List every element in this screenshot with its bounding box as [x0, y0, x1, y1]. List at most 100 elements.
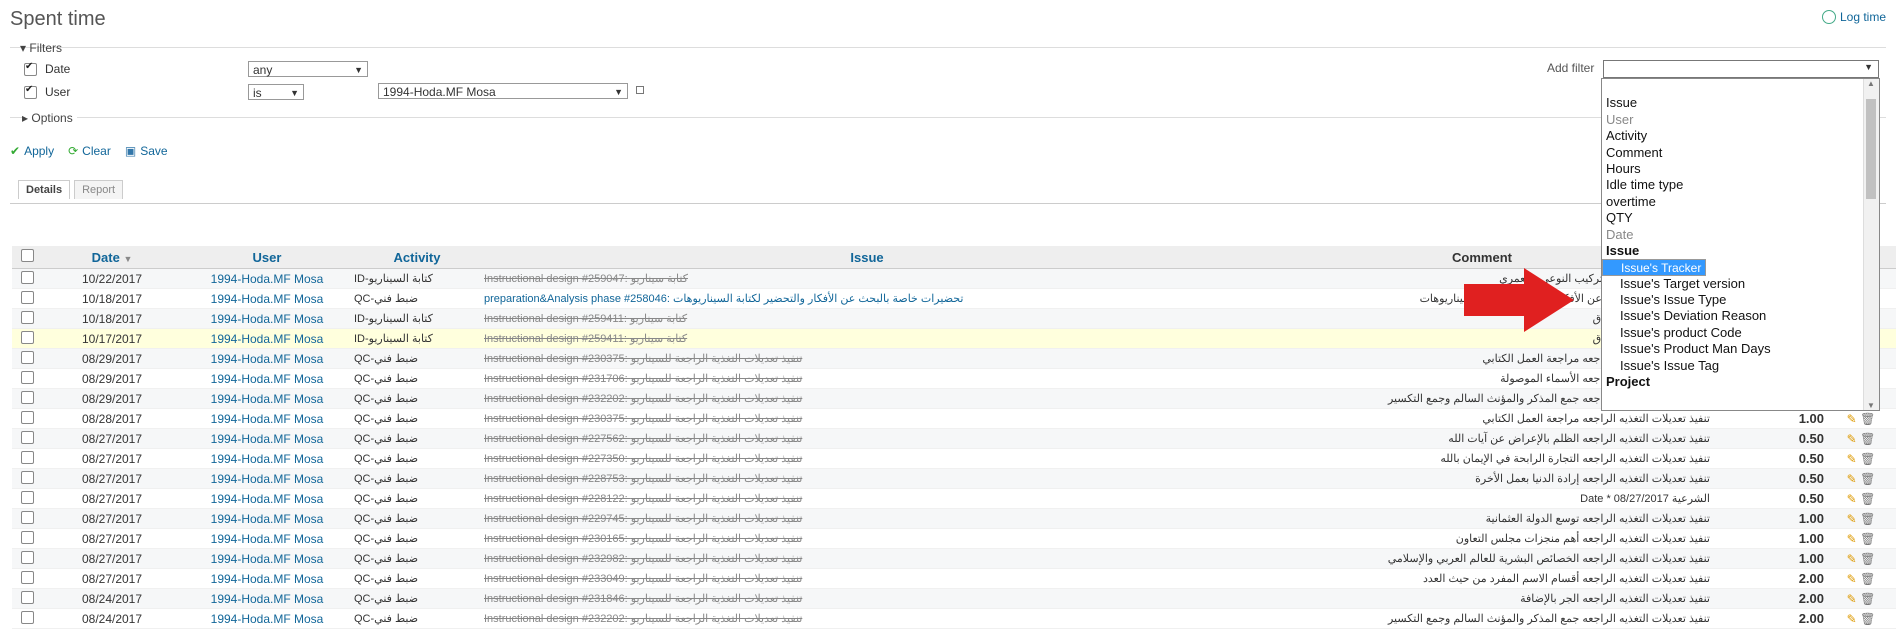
log-time-link[interactable]: Log time: [1821, 10, 1886, 24]
table-row[interactable]: 08/27/2017 1994-Hoda.MF Mosa QC-ضبط فني Ins…: [12, 428, 1896, 449]
delete-icon[interactable]: 🗑: [1860, 412, 1875, 426]
apply-button[interactable]: ✔ Apply: [10, 144, 54, 158]
edit-icon[interactable]: ✎: [1847, 512, 1857, 526]
edit-icon[interactable]: ✎: [1847, 472, 1857, 486]
table-row[interactable]: 08/27/2017 1994-Hoda.MF Mosa QC-ضبط فني Ins…: [12, 468, 1896, 489]
entry-user-link[interactable]: 1994-Hoda.MF Mosa: [182, 468, 352, 489]
tab-details[interactable]: Details: [18, 180, 71, 199]
entry-user-link[interactable]: 1994-Hoda.MF Mosa: [182, 568, 352, 589]
delete-icon[interactable]: 🗑: [1860, 452, 1875, 466]
row-checkbox[interactable]: [20, 310, 34, 324]
row-checkbox[interactable]: [20, 410, 34, 424]
delete-icon[interactable]: 🗑: [1860, 492, 1875, 506]
row-checkbox[interactable]: [20, 570, 34, 584]
scroll-thumb[interactable]: [1866, 99, 1876, 199]
table-row[interactable]: 08/27/2017 1994-Hoda.MF Mosa QC-ضبط فني Ins…: [12, 508, 1896, 529]
delete-icon[interactable]: 🗑: [1860, 432, 1875, 446]
dropdown-option[interactable]: Issue's Product Man Days: [1602, 341, 1879, 357]
entry-user-link[interactable]: 1994-Hoda.MF Mosa: [182, 308, 352, 329]
edit-icon[interactable]: ✎: [1847, 432, 1857, 446]
entry-issue-link[interactable]: Instructional design #230375: تنفيذ تعدي…: [482, 408, 1252, 429]
dropdown-option[interactable]: Issue: [1602, 95, 1879, 111]
row-checkbox[interactable]: [20, 610, 34, 624]
dropdown-option[interactable]: Issue's Tracker: [1602, 259, 1707, 276]
options-toggle[interactable]: ▸ Options: [22, 111, 77, 125]
entry-user-link[interactable]: 1994-Hoda.MF Mosa: [182, 328, 352, 349]
entry-issue-link[interactable]: Instructional design #259411: كتابة سينا…: [482, 328, 1252, 349]
row-checkbox[interactable]: [20, 550, 34, 564]
row-checkbox[interactable]: [20, 590, 34, 604]
table-row[interactable]: 08/28/2017 1994-Hoda.MF Mosa QC-ضبط فني Ins…: [12, 408, 1896, 429]
row-checkbox[interactable]: [20, 510, 34, 524]
entry-issue-link[interactable]: Instructional design #259411: كتابة سينا…: [482, 308, 1252, 329]
user-filter-checkbox[interactable]: [24, 84, 37, 99]
entry-issue-link[interactable]: Instructional design #228753: تنفيذ تعدي…: [482, 468, 1252, 489]
tab-report[interactable]: Report: [74, 180, 124, 199]
clear-button[interactable]: ⟳ Clear: [68, 144, 111, 158]
dropdown-option[interactable]: Issue's Deviation Reason: [1602, 308, 1879, 324]
table-row[interactable]: 08/27/2017 1994-Hoda.MF Mosa QC-ضبط فني Ins…: [12, 568, 1896, 589]
entry-user-link[interactable]: 1994-Hoda.MF Mosa: [182, 548, 352, 569]
delete-icon[interactable]: 🗑: [1860, 512, 1875, 526]
entry-user-link[interactable]: 1994-Hoda.MF Mosa: [182, 528, 352, 549]
delete-icon[interactable]: 🗑: [1860, 572, 1875, 586]
delete-icon[interactable]: 🗑: [1860, 592, 1875, 606]
dropdown-option[interactable]: Issue's product Code: [1602, 325, 1879, 341]
row-checkbox[interactable]: [20, 530, 34, 544]
add-filter-select[interactable]: ▼: [1603, 60, 1879, 78]
user-value-select[interactable]: 1994-Hoda.MF Mosa ▼: [378, 83, 628, 99]
entry-issue-link[interactable]: Instructional design #232202: تنفيذ تعدي…: [482, 608, 1252, 629]
multi-select-toggle-icon[interactable]: [636, 86, 644, 94]
date-column-header[interactable]: Date ▼: [42, 246, 182, 269]
activity-column-header[interactable]: Activity: [352, 246, 482, 269]
scroll-down-icon[interactable]: ▼: [1867, 401, 1875, 410]
table-row[interactable]: 08/27/2017 1994-Hoda.MF Mosa QC-ضبط فني Ins…: [12, 528, 1896, 549]
entry-user-link[interactable]: 1994-Hoda.MF Mosa: [182, 268, 352, 289]
row-checkbox[interactable]: [20, 390, 34, 404]
entry-user-link[interactable]: 1994-Hoda.MF Mosa: [182, 368, 352, 389]
dropdown-option[interactable]: Activity: [1602, 128, 1879, 144]
entry-issue-link[interactable]: Instructional design #233049: تنفيذ تعدي…: [482, 568, 1252, 589]
entry-user-link[interactable]: 1994-Hoda.MF Mosa: [182, 608, 352, 629]
entry-issue-link[interactable]: Instructional design #227562: تنفيذ تعدي…: [482, 428, 1252, 449]
row-checkbox[interactable]: [20, 290, 34, 304]
dropdown-option[interactable]: Idle time type: [1602, 177, 1879, 193]
entry-user-link[interactable]: 1994-Hoda.MF Mosa: [182, 408, 352, 429]
delete-icon[interactable]: 🗑: [1860, 552, 1875, 566]
add-filter-options-list[interactable]: Issue User Activity Comment Hours Idle time t…: [1601, 78, 1880, 411]
row-checkbox[interactable]: [20, 430, 34, 444]
dropdown-scrollbar[interactable]: ▲ ▼: [1863, 79, 1879, 410]
dropdown-option[interactable]: QTY: [1602, 210, 1879, 226]
table-row[interactable]: 08/24/2017 1994-Hoda.MF Mosa QC-ضبط فني Ins…: [12, 608, 1896, 629]
row-checkbox[interactable]: [20, 490, 34, 504]
issue-column-header[interactable]: Issue: [482, 246, 1252, 269]
row-checkbox[interactable]: [20, 330, 34, 344]
edit-icon[interactable]: ✎: [1847, 592, 1857, 606]
table-row[interactable]: 08/24/2017 1994-Hoda.MF Mosa QC-ضبط فني Ins…: [12, 588, 1896, 609]
delete-icon[interactable]: 🗑: [1860, 612, 1875, 626]
edit-icon[interactable]: ✎: [1847, 452, 1857, 466]
entry-issue-link[interactable]: Instructional design #232202: تنفيذ تعدي…: [482, 388, 1252, 409]
edit-icon[interactable]: ✎: [1847, 572, 1857, 586]
entry-user-link[interactable]: 1994-Hoda.MF Mosa: [182, 288, 352, 309]
entry-issue-link[interactable]: Instructional design #232982: تنفيذ تعدي…: [482, 548, 1252, 569]
user-column-header[interactable]: User: [182, 246, 352, 269]
delete-icon[interactable]: 🗑: [1860, 472, 1875, 486]
entry-user-link[interactable]: 1994-Hoda.MF Mosa: [182, 508, 352, 529]
row-checkbox[interactable]: [20, 450, 34, 464]
entry-issue-link[interactable]: Instructional design #230375: تنفيذ تعدي…: [482, 348, 1252, 369]
save-button[interactable]: ▣ Save: [125, 144, 168, 158]
edit-icon[interactable]: ✎: [1847, 552, 1857, 566]
dropdown-option[interactable]: Issue's Issue Tag: [1602, 358, 1879, 374]
row-checkbox[interactable]: [20, 270, 34, 284]
table-row[interactable]: 08/27/2017 1994-Hoda.MF Mosa QC-ضبط فني Ins…: [12, 488, 1896, 509]
dropdown-option[interactable]: Hours: [1602, 161, 1879, 177]
entry-issue-link[interactable]: Instructional design #230165: تنفيذ تعدي…: [482, 528, 1252, 549]
entry-user-link[interactable]: 1994-Hoda.MF Mosa: [182, 388, 352, 409]
date-operator-select[interactable]: any ▼: [248, 61, 368, 77]
user-operator-select[interactable]: is ▼: [248, 84, 304, 100]
dropdown-option[interactable]: Comment: [1602, 145, 1879, 161]
entry-issue-link[interactable]: Instructional design #259047: كتابة سينا…: [482, 268, 1252, 289]
dropdown-option[interactable]: overtime: [1602, 194, 1879, 210]
entry-issue-link[interactable]: Instructional design #229745: تنفيذ تعدي…: [482, 508, 1252, 529]
